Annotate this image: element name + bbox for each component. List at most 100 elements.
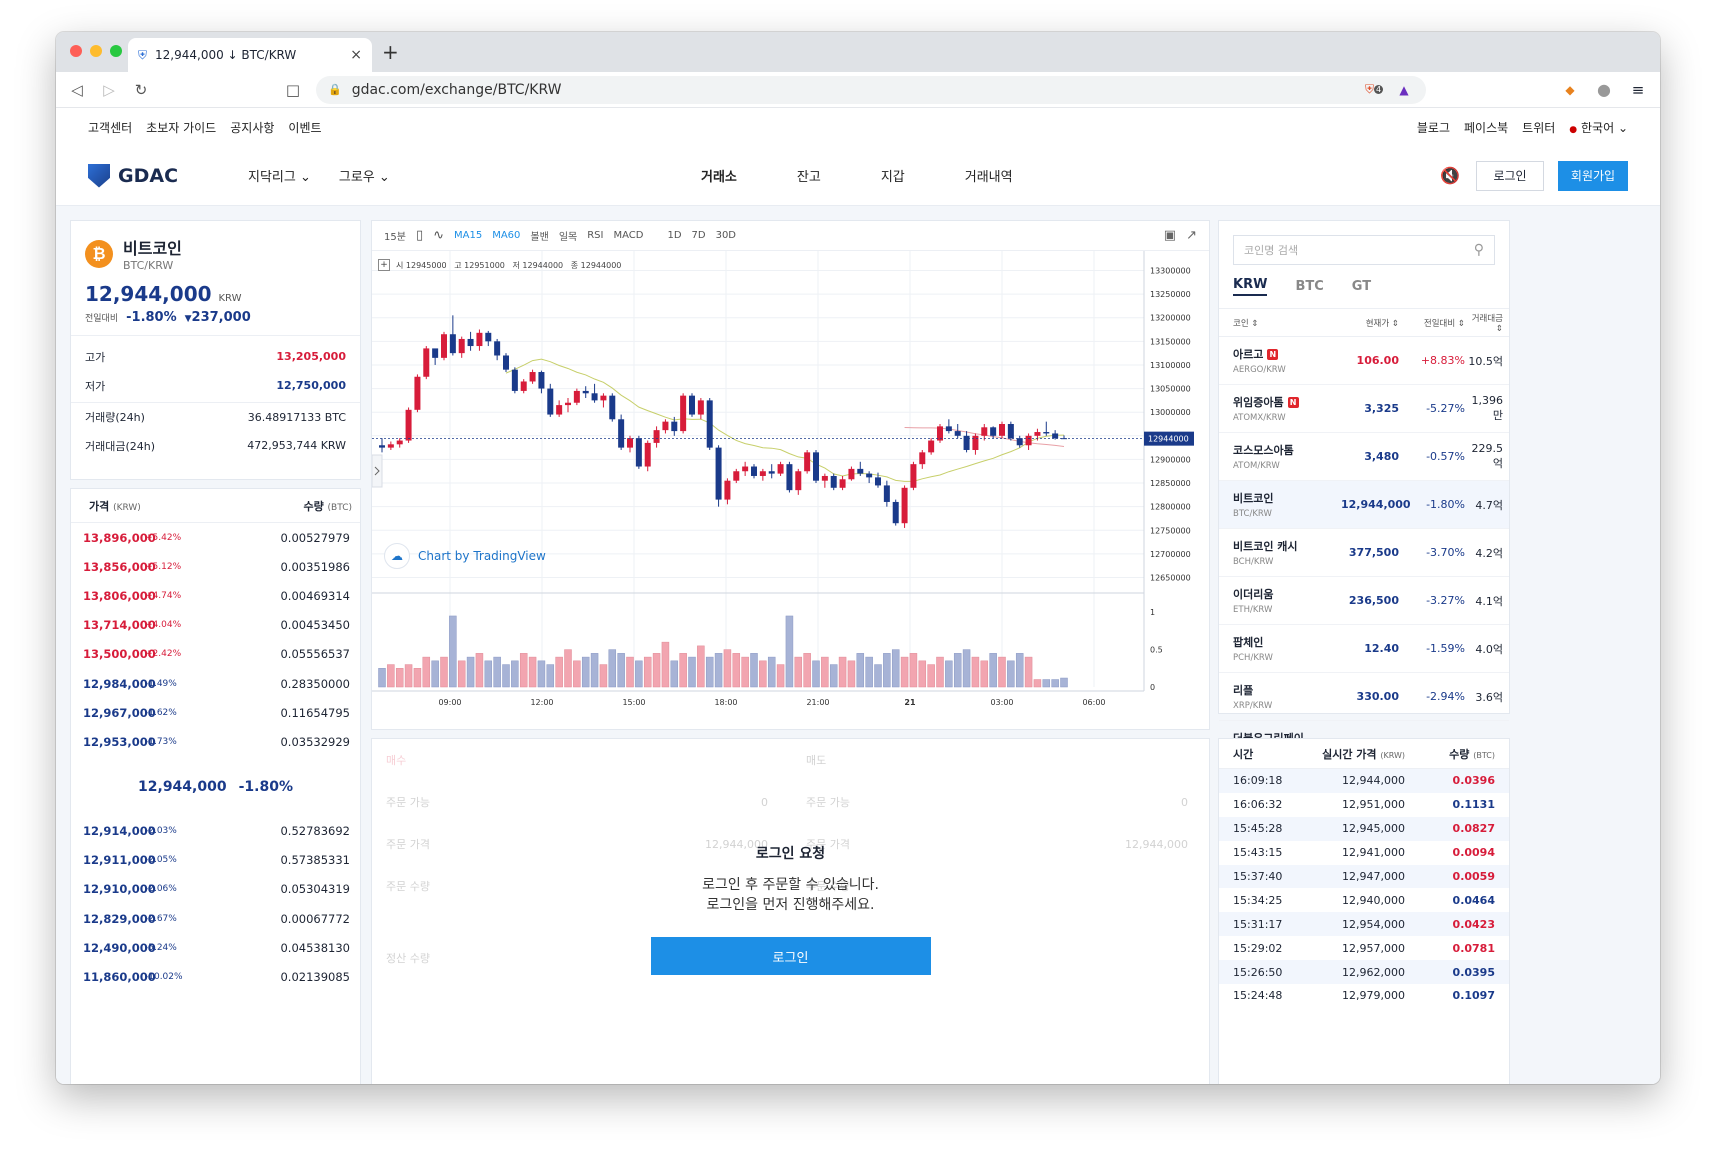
brave-shield-icon[interactable]: ⛨ 4 bbox=[1364, 80, 1384, 100]
coin-row[interactable]: 비트코인 캐시 BCH/KRW 377,500 -3.70% 4.2억 bbox=[1219, 529, 1509, 577]
ask-row[interactable]: 12,984,000 -1.49% 0.28350000 bbox=[71, 669, 360, 698]
coin-row[interactable]: 이더리움 ETH/KRW 236,500 -3.27% 4.1억 bbox=[1219, 577, 1509, 625]
header-coin[interactable]: 코인 ⇕ bbox=[1233, 317, 1341, 329]
coin-row[interactable]: 아르고 N AERGO/KRW 106.00 +8.83% 10.5억 bbox=[1219, 337, 1509, 385]
bid-row[interactable]: 12,914,000 -2.03% 0.52783692 bbox=[71, 817, 360, 846]
close-tab-icon[interactable]: × bbox=[350, 47, 362, 63]
ask-row[interactable]: 13,500,000 +2.42% 0.05556537 bbox=[71, 640, 360, 669]
indicator-ma15[interactable]: MA15 bbox=[454, 230, 482, 241]
coin-row[interactable]: 코스모스아톰 ATOM/KRW 3,480 -0.57% 229.5억 bbox=[1219, 433, 1509, 481]
candle-body bbox=[697, 400, 704, 415]
interval-select[interactable]: 15분 bbox=[384, 228, 406, 243]
candle-body bbox=[777, 464, 784, 474]
reload-icon[interactable]: ↻ bbox=[132, 81, 150, 99]
coin-row[interactable]: 비트코인 BTC/KRW 12,944,000 -1.80% 4.7억 bbox=[1219, 481, 1509, 529]
indicator-ichimoku[interactable]: 일목 bbox=[559, 228, 577, 243]
metamask-icon[interactable]: ◆ bbox=[1560, 80, 1580, 100]
new-tab-button[interactable]: + bbox=[382, 40, 399, 64]
gdac-logo[interactable]: GDAC bbox=[88, 163, 244, 188]
minimize-window-button[interactable] bbox=[90, 45, 102, 57]
tab-gt[interactable]: GT bbox=[1352, 279, 1371, 294]
volume-tick-label: 0 bbox=[1150, 683, 1155, 692]
bid-row[interactable]: 12,910,000 -2.06% 0.05304319 bbox=[71, 875, 360, 904]
menu-grow[interactable]: 그로우 ⌄ bbox=[339, 166, 390, 185]
candle-body bbox=[724, 480, 731, 500]
coin-row[interactable]: 팝체인 PCH/KRW 12.40 -1.59% 4.0억 bbox=[1219, 625, 1509, 673]
indicator-macd[interactable]: MACD bbox=[613, 230, 643, 241]
language-select[interactable]: ● 한국어 ⌄ bbox=[1569, 119, 1628, 136]
ask-row[interactable]: 13,714,000 +4.04% 0.00453450 bbox=[71, 611, 360, 640]
maximize-window-button[interactable] bbox=[110, 45, 122, 57]
bid-row[interactable]: 12,911,000 -2.05% 0.57385331 bbox=[71, 846, 360, 875]
link-twitter[interactable]: 트위터 bbox=[1522, 119, 1555, 136]
link-blog[interactable]: 블로그 bbox=[1417, 119, 1450, 136]
ask-qty-cell: 0.11654795 bbox=[205, 702, 360, 724]
line-type-icon[interactable]: ∿ bbox=[433, 228, 444, 243]
ask-row[interactable]: 12,967,000 -1.62% 0.11654795 bbox=[71, 698, 360, 727]
coin-row[interactable]: 위임증아톰 N ATOMX/KRW 3,325 -5.27% 1,396만 bbox=[1219, 385, 1509, 433]
mute-icon[interactable]: 🔇 bbox=[1438, 166, 1462, 185]
back-icon[interactable]: ◁ bbox=[68, 81, 86, 99]
y-tick-label: 13050000 bbox=[1150, 385, 1191, 394]
order-login-button[interactable]: 로그인 bbox=[650, 937, 931, 975]
range-30d[interactable]: 30D bbox=[716, 230, 736, 241]
volume-bar bbox=[714, 653, 723, 688]
candle-type-icon[interactable]: ▯ bbox=[416, 228, 423, 243]
volume-tick-label: 0.5 bbox=[1150, 646, 1163, 655]
menu-gdac-league[interactable]: 지닥리그 ⌄ bbox=[248, 166, 311, 185]
coin-name-line: 비트코인 bbox=[1233, 490, 1341, 506]
tradingview-badge[interactable]: ☁ Chart by TradingView bbox=[384, 543, 546, 569]
indicator-rsi[interactable]: RSI bbox=[587, 230, 603, 241]
browser-tab[interactable]: ⛨ 12,944,000 ↓ BTC/KRW × bbox=[128, 38, 372, 72]
x-tick-label: 21 bbox=[904, 698, 916, 707]
indicator-bollinger[interactable]: 볼밴 bbox=[530, 228, 548, 243]
coin-row[interactable]: 리플 XRP/KRW 330.00 -2.94% 3.6억 bbox=[1219, 673, 1509, 721]
volume-bar bbox=[440, 656, 448, 688]
tradingview-cloud-icon: ☁ bbox=[384, 543, 410, 569]
coin-search-input[interactable]: 코인명 검색 ⚲ bbox=[1233, 235, 1495, 265]
ask-row[interactable]: 13,896,000 +5.42% 0.00527979 bbox=[71, 523, 360, 552]
link-events[interactable]: 이벤트 bbox=[288, 119, 321, 136]
rewards-icon[interactable]: ▲ bbox=[1394, 80, 1414, 100]
bid-row[interactable]: 12,490,000 -5.24% 0.04538130 bbox=[71, 933, 360, 962]
range-1d[interactable]: 1D bbox=[667, 230, 681, 241]
ask-row[interactable]: 12,953,000 -1.73% 0.03532929 bbox=[71, 727, 360, 756]
address-bar[interactable]: 🔒 gdac.com/exchange/BTC/KRW ⛨ 4 ▲ bbox=[316, 75, 1426, 104]
forward-icon[interactable]: ▷ bbox=[100, 81, 118, 99]
signup-button[interactable]: 회원가입 bbox=[1558, 160, 1628, 191]
menu-icon[interactable]: ≡ bbox=[1628, 80, 1648, 100]
header-volume[interactable]: 거래대금 ⇕ bbox=[1465, 312, 1503, 334]
indicator-ma60[interactable]: MA60 bbox=[492, 230, 520, 241]
menu-balance[interactable]: 잔고 bbox=[797, 166, 821, 185]
header-change[interactable]: 전일대비 ⇕ bbox=[1399, 317, 1465, 329]
menu-wallet[interactable]: 지갑 bbox=[881, 166, 905, 185]
tab-btc[interactable]: BTC bbox=[1295, 279, 1323, 294]
plus-icon[interactable]: + bbox=[378, 259, 390, 271]
tab-krw[interactable]: KRW bbox=[1233, 277, 1268, 296]
link-notices[interactable]: 공지사항 bbox=[230, 119, 274, 136]
profile-avatar-icon[interactable]: ● bbox=[1594, 80, 1614, 100]
ask-row[interactable]: 13,856,000 +5.12% 0.00351986 bbox=[71, 552, 360, 581]
bookmark-icon[interactable]: □ bbox=[284, 81, 302, 99]
menu-exchange[interactable]: 거래소 bbox=[701, 166, 737, 185]
popout-icon[interactable]: ↗ bbox=[1186, 228, 1197, 243]
bid-row[interactable]: 12,829,000 -2.67% 0.00067772 bbox=[71, 904, 360, 933]
candlestick-chart[interactable]: 13300000 13250000 13200000 13150000 13100000… bbox=[372, 251, 1209, 729]
login-button[interactable]: 로그인 bbox=[1476, 160, 1544, 191]
bid-row[interactable]: 11,860,000 -10.02% 0.02139085 bbox=[71, 962, 360, 991]
search-icon[interactable]: ⚲ bbox=[1474, 242, 1484, 258]
chart-scroll-handle[interactable] bbox=[372, 454, 383, 488]
ask-row[interactable]: 13,806,000 +4.74% 0.00469314 bbox=[71, 581, 360, 610]
link-facebook[interactable]: 페이스북 bbox=[1464, 119, 1508, 136]
coin-name-cell: 위임증아톰 N ATOMX/KRW bbox=[1233, 394, 1341, 423]
range-7d[interactable]: 7D bbox=[692, 230, 706, 241]
login-required-msg1: 로그인 후 주문할 수 있습니다. bbox=[702, 877, 879, 893]
menu-history[interactable]: 거래내역 bbox=[965, 166, 1013, 185]
link-support[interactable]: 고객센터 bbox=[88, 119, 132, 136]
close-window-button[interactable] bbox=[70, 45, 82, 57]
candle-body bbox=[848, 468, 855, 480]
header-price[interactable]: 현재가 ⇕ bbox=[1341, 317, 1399, 329]
camera-icon[interactable]: ▣ bbox=[1164, 228, 1176, 243]
volume-bar bbox=[635, 660, 643, 688]
link-beginner-guide[interactable]: 초보자 가이드 bbox=[146, 119, 216, 136]
